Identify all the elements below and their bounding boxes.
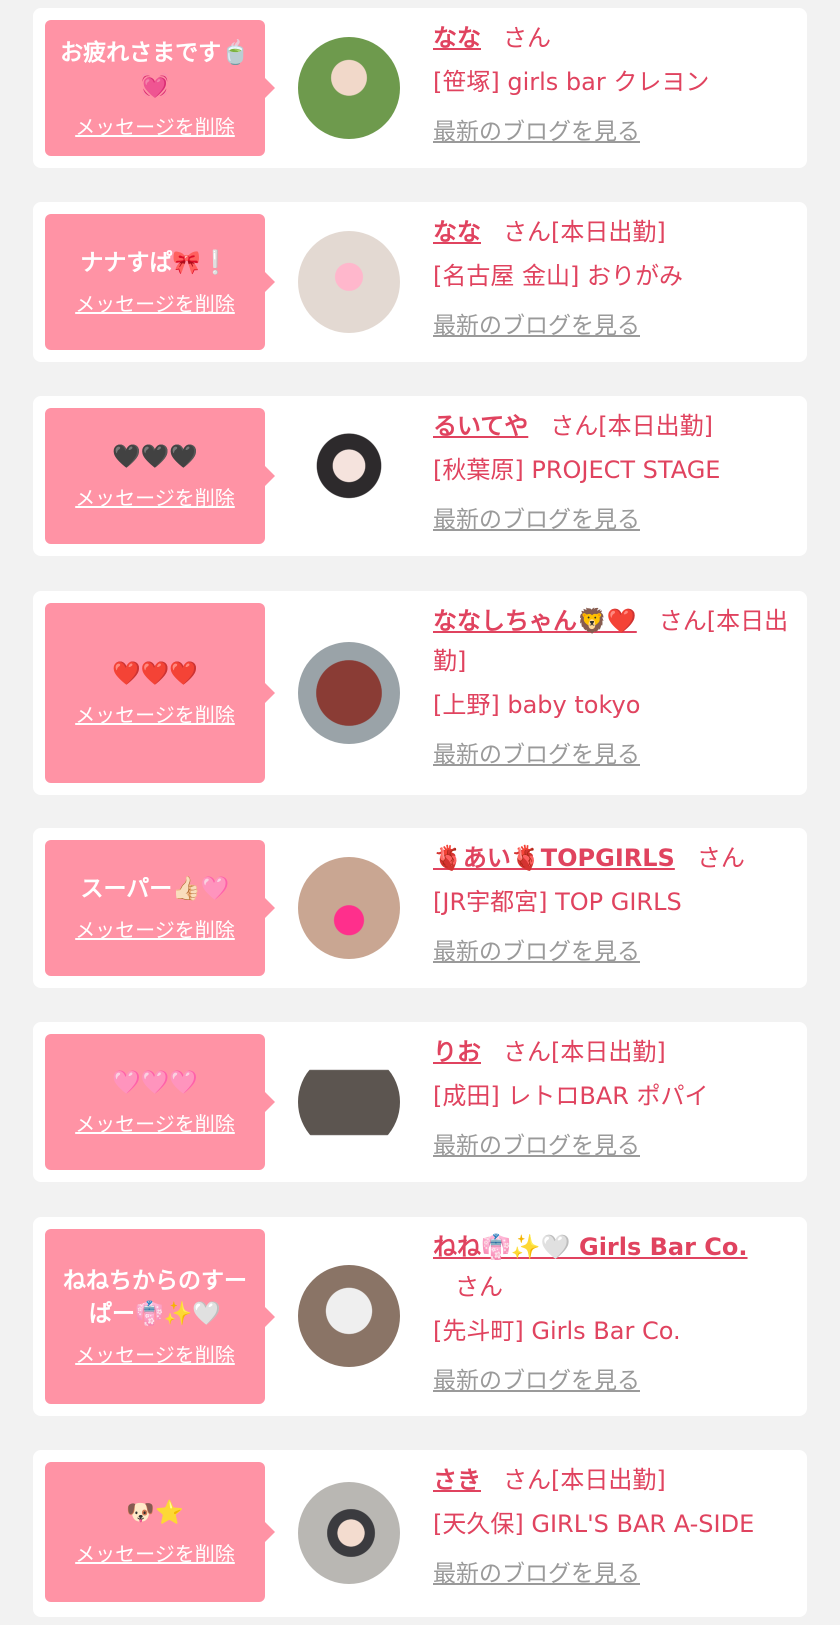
message-bubble: 🩷🩷🩷 メッセージを削除 [45,1034,275,1170]
girl-name-link[interactable]: なな [433,218,481,246]
delete-message-link[interactable]: メッセージを削除 [75,288,235,317]
avatar[interactable] [298,37,400,139]
girl-name-link[interactable]: ねね👘✨🤍 Girls Bar Co. [433,1233,748,1261]
message-text: ねねちからのすーぱー👘✨🤍 [63,1268,247,1327]
avatar[interactable] [298,1482,400,1584]
view-blog-link[interactable]: 最新のブログを見る [433,1126,640,1166]
message-bubble: ねねちからのすーぱー👘✨🤍 メッセージを削除 [45,1229,275,1404]
girl-info: りお さん[本日出勤] [成田] レトロBAR ポパイ 最新のブログを見る [433,1032,793,1166]
honorific: さん[本日出勤] [503,1038,666,1066]
honorific: さん [455,1273,503,1301]
shop-name: [名古屋 金山] おりがみ [433,262,683,290]
shop-name: [JR宇都宮] TOP GIRLS [433,888,682,916]
message-text: スーパー👍🏻🩷 [80,876,230,902]
avatar[interactable] [298,1051,400,1153]
message-bubble: ナナすぱ🎀❕ メッセージを削除 [45,214,275,350]
view-blog-link[interactable]: 最新のブログを見る [433,1361,640,1401]
message-card: お疲れさまです🍵💓 メッセージを削除 なな さん [笹塚] girls bar ク… [33,8,807,168]
honorific: さん[本日出勤] [503,1466,666,1494]
girl-name-link[interactable]: さき [433,1466,481,1494]
honorific: さん[本日出勤] [503,218,666,246]
view-blog-link[interactable]: 最新のブログを見る [433,306,640,346]
girl-name-link[interactable]: ななしちゃん🦁❤️ [433,607,637,635]
girl-info: ねね👘✨🤍 Girls Bar Co. さん [先斗町] Girls Bar Co… [433,1227,793,1401]
girl-name-link[interactable]: 🫀あい🫀TOPGIRLS [433,844,675,872]
message-card: ナナすぱ🎀❕ メッセージを削除 なな さん[本日出勤] [名古屋 金山] おりがみ… [33,202,807,362]
message-card: 🩷🩷🩷 メッセージを削除 りお さん[本日出勤] [成田] レトロBAR ポパイ … [33,1022,807,1182]
view-blog-link[interactable]: 最新のブログを見る [433,932,640,972]
girl-name-link[interactable]: なな [433,24,481,52]
message-text: ❤️❤️❤️ [112,661,198,687]
avatar[interactable] [298,857,400,959]
shop-name: [先斗町] Girls Bar Co. [433,1317,681,1345]
honorific: さん [696,844,745,872]
delete-message-link[interactable]: メッセージを削除 [75,111,235,140]
delete-message-link[interactable]: メッセージを削除 [75,1538,235,1567]
message-card: 🖤🖤🖤 メッセージを削除 るいてや さん[本日出勤] [秋葉原] PROJECT … [33,396,807,556]
message-card: ❤️❤️❤️ メッセージを削除 ななしちゃん🦁❤️ さん[本日出勤] [上野] b… [33,591,807,795]
avatar[interactable] [298,642,400,744]
view-blog-link[interactable]: 最新のブログを見る [433,112,640,152]
delete-message-link[interactable]: メッセージを削除 [75,1339,235,1368]
honorific: さん[本日出勤] [550,412,714,440]
message-card: 🐶⭐ メッセージを削除 さき さん[本日出勤] [天久保] GIRL'S BAR … [33,1450,807,1617]
girl-info: 🫀あい🫀TOPGIRLS さん [JR宇都宮] TOP GIRLS 最新のブログを… [433,838,793,972]
message-text: 🩷🩷🩷 [112,1070,198,1096]
view-blog-link[interactable]: 最新のブログを見る [433,735,640,775]
girl-name-link[interactable]: るいてや [433,412,528,440]
message-bubble: お疲れさまです🍵💓 メッセージを削除 [45,20,275,156]
message-card: スーパー👍🏻🩷 メッセージを削除 🫀あい🫀TOPGIRLS さん [JR宇都宮] … [33,828,807,988]
message-text: 🖤🖤🖤 [112,444,198,470]
avatar[interactable] [298,231,400,333]
message-bubble: ❤️❤️❤️ メッセージを削除 [45,603,275,783]
message-text: 🐶⭐ [126,1500,184,1526]
view-blog-link[interactable]: 最新のブログを見る [433,500,640,540]
girl-info: なな さん [笹塚] girls bar クレヨン 最新のブログを見る [433,18,793,152]
message-bubble: 🖤🖤🖤 メッセージを削除 [45,408,275,544]
girl-info: さき さん[本日出勤] [天久保] GIRL'S BAR A-SIDE 最新のブロ… [433,1460,793,1594]
message-card: ねねちからのすーぱー👘✨🤍 メッセージを削除 ねね👘✨🤍 Girls Bar C… [33,1217,807,1416]
message-bubble: 🐶⭐ メッセージを削除 [45,1462,275,1602]
girl-info: るいてや さん[本日出勤] [秋葉原] PROJECT STAGE 最新のブログを… [433,406,793,540]
delete-message-link[interactable]: メッセージを削除 [75,914,235,943]
shop-name: [天久保] GIRL'S BAR A-SIDE [433,1510,755,1538]
honorific: さん [503,24,551,52]
message-text: お疲れさまです🍵💓 [60,39,250,99]
girl-info: なな さん[本日出勤] [名古屋 金山] おりがみ 最新のブログを見る [433,212,793,346]
shop-name: [秋葉原] PROJECT STAGE [433,456,721,484]
shop-name: [笹塚] girls bar クレヨン [433,68,710,96]
avatar[interactable] [298,425,400,527]
view-blog-link[interactable]: 最新のブログを見る [433,1554,640,1594]
delete-message-link[interactable]: メッセージを削除 [75,482,235,511]
girl-info: ななしちゃん🦁❤️ さん[本日出勤] [上野] baby tokyo 最新のブログ… [433,601,793,775]
delete-message-link[interactable]: メッセージを削除 [75,699,235,728]
message-bubble: スーパー👍🏻🩷 メッセージを削除 [45,840,275,976]
shop-name: [上野] baby tokyo [433,691,641,719]
delete-message-link[interactable]: メッセージを削除 [75,1108,235,1137]
avatar[interactable] [298,1265,400,1367]
message-text: ナナすぱ🎀❕ [80,250,230,276]
girl-name-link[interactable]: りお [433,1038,481,1066]
shop-name: [成田] レトロBAR ポパイ [433,1082,709,1110]
